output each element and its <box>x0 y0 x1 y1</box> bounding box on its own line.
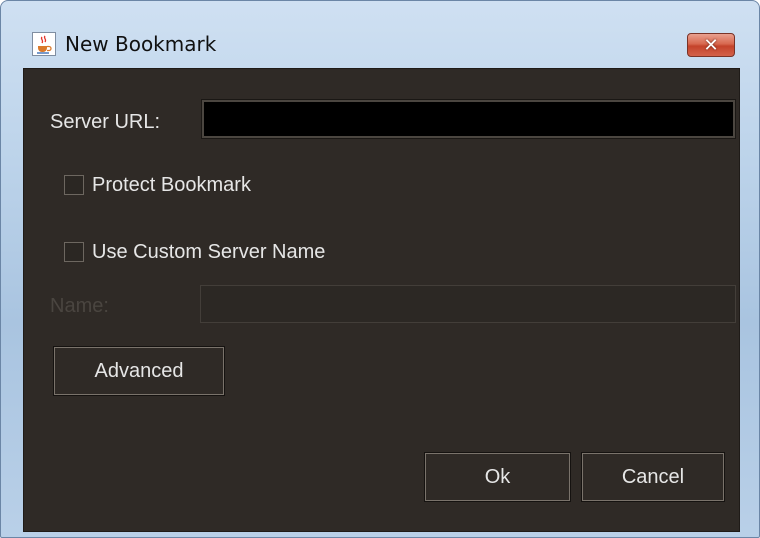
server-url-label: Server URL: <box>50 111 161 133</box>
java-coffee-cup-icon <box>32 32 56 56</box>
name-label: Name: <box>50 295 109 317</box>
protect-bookmark-checkbox[interactable] <box>64 175 84 195</box>
name-input <box>200 285 736 323</box>
title-bar[interactable]: New Bookmark ✕ <box>1 1 759 65</box>
close-button[interactable]: ✕ <box>687 33 735 57</box>
new-bookmark-dialog: New Bookmark ✕ Server URL: Protect Bookm… <box>0 0 760 538</box>
dialog-content: Server URL: Protect Bookmark Use Custom … <box>23 68 740 532</box>
protect-bookmark-checkbox-row[interactable]: Protect Bookmark <box>64 173 251 197</box>
custom-server-name-checkbox[interactable] <box>64 242 84 262</box>
ok-button[interactable]: Ok <box>424 452 571 502</box>
advanced-button[interactable]: Advanced <box>53 346 225 396</box>
protect-bookmark-label: Protect Bookmark <box>92 174 251 196</box>
server-url-input[interactable] <box>201 99 736 139</box>
custom-server-name-label: Use Custom Server Name <box>92 241 326 263</box>
cancel-button[interactable]: Cancel <box>581 452 725 502</box>
custom-server-name-checkbox-row[interactable]: Use Custom Server Name <box>64 240 325 264</box>
close-icon: ✕ <box>703 34 719 56</box>
window-title: New Bookmark <box>65 32 217 56</box>
